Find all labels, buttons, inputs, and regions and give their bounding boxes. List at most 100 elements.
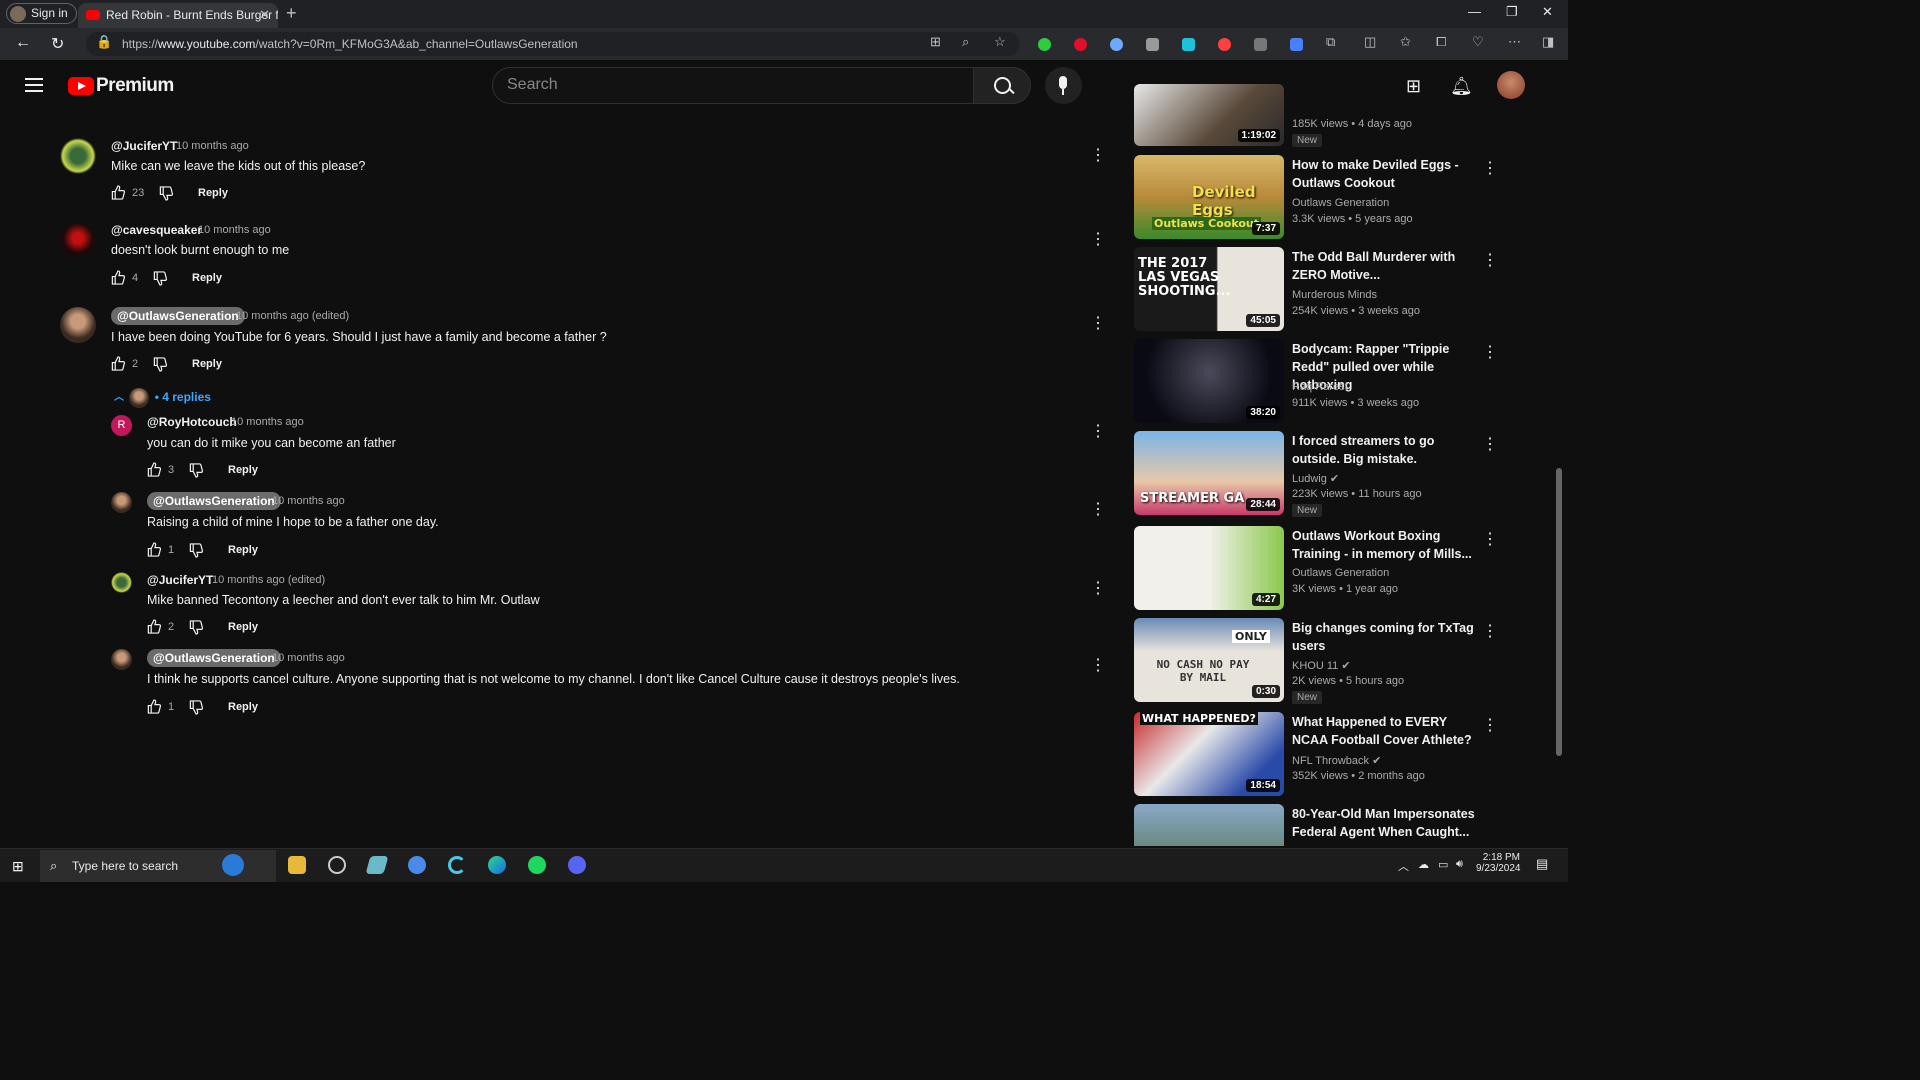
- collections-icon[interactable]: ⧠: [1436, 34, 1446, 50]
- edge-icon[interactable]: [488, 856, 506, 874]
- comment-time[interactable]: 10 months ago: [176, 140, 249, 152]
- split-screen-icon[interactable]: ◫: [1364, 34, 1376, 50]
- video-more-icon[interactable]: ⋮: [1482, 158, 1498, 178]
- dislike-icon[interactable]: [188, 543, 204, 558]
- reply-more-icon[interactable]: ⋮: [1090, 502, 1106, 518]
- dislike-icon[interactable]: [152, 357, 168, 372]
- dislike-icon[interactable]: [188, 620, 204, 635]
- like-icon[interactable]: [146, 619, 162, 634]
- video-title[interactable]: What Happened to EVERY NCAA Football Cov…: [1292, 713, 1478, 749]
- reply-more-icon[interactable]: ⋮: [1090, 424, 1106, 440]
- video-thumbnail[interactable]: WHAT HAPPENED? 18:54: [1134, 712, 1284, 796]
- recommended-video[interactable]: WHAT HAPPENED? 18:54 What Happened to EV…: [1134, 712, 1498, 796]
- notifications-bell-icon[interactable]: 🔔︎: [1450, 76, 1473, 97]
- extension-cyan-icon[interactable]: [1182, 38, 1195, 51]
- extensions-puzzle-icon[interactable]: ⧉: [1326, 34, 1335, 50]
- new-tab-icon[interactable]: +: [286, 3, 297, 24]
- like-icon[interactable]: [146, 699, 162, 714]
- app-install-icon[interactable]: ⊞: [930, 34, 941, 50]
- location-pin-icon[interactable]: [1218, 38, 1231, 51]
- reply-author-creator[interactable]: @OutlawsGeneration: [147, 649, 281, 667]
- reply-author[interactable]: @JuciferYT: [147, 573, 213, 587]
- reply-more-icon[interactable]: ⋮: [1090, 658, 1106, 674]
- recommended-video[interactable]: 80-Year-Old Man Impersonates Federal Age…: [1134, 804, 1484, 846]
- video-more-icon[interactable]: ⋮: [1482, 715, 1498, 735]
- search-input[interactable]: [507, 76, 947, 94]
- extension-gray-icon[interactable]: [1146, 38, 1159, 51]
- reply-avatar[interactable]: [111, 572, 132, 593]
- video-thumbnail[interactable]: ONLY NO CASH NO PAY BY MAIL 0:30: [1134, 618, 1284, 702]
- reply-author[interactable]: @RoyHotcouch: [147, 415, 237, 429]
- recommended-video[interactable]: STREAMER GA 28:44 I forced streamers to …: [1134, 431, 1498, 517]
- reply-time[interactable]: 10 months ago: [272, 652, 345, 664]
- reply-time[interactable]: 10 months ago (edited): [212, 574, 325, 586]
- onedrive-icon[interactable]: ☁: [1418, 858, 1429, 871]
- like-icon[interactable]: [110, 356, 126, 371]
- browser-essentials-icon[interactable]: ♡: [1472, 34, 1484, 50]
- recommended-video[interactable]: Deviled Eggs Outlaws Cookout 7:37 How to…: [1134, 155, 1498, 239]
- ccleaner-icon[interactable]: [448, 856, 466, 874]
- account-avatar[interactable]: [1497, 71, 1525, 99]
- create-video-icon[interactable]: ⊞: [1406, 76, 1421, 97]
- comment-time[interactable]: 10 months ago (edited): [236, 310, 349, 322]
- search-highlight-icon[interactable]: [222, 854, 244, 876]
- notification-center-icon[interactable]: ▤: [1536, 856, 1548, 872]
- comment-time[interactable]: 10 months ago: [198, 224, 271, 236]
- restore-icon[interactable]: ❐: [1506, 4, 1518, 20]
- shield-icon[interactable]: [1254, 38, 1267, 51]
- video-more-icon[interactable]: ⋮: [1482, 807, 1484, 827]
- browser-signin-button[interactable]: Sign in: [6, 3, 77, 24]
- reply-time[interactable]: 10 months ago: [231, 416, 304, 428]
- network-icon[interactable]: ▭: [1438, 858, 1448, 871]
- tray-expand-icon[interactable]: ︿: [1398, 858, 1409, 874]
- comment-author[interactable]: @cavesqueaker: [111, 223, 202, 237]
- video-title[interactable]: The Odd Ball Murderer with ZERO Motive..…: [1292, 248, 1478, 284]
- lock-icon[interactable]: 🔒: [96, 34, 112, 50]
- like-icon[interactable]: [110, 270, 126, 285]
- browser-tab-active[interactable]: Red Robin - Burnt Ends Burger fo ✕: [78, 3, 278, 28]
- reply-more-icon[interactable]: ⋮: [1090, 581, 1106, 597]
- video-title[interactable]: Big changes coming for TxTag users: [1292, 619, 1478, 655]
- volume-icon[interactable]: 🔊︎: [1456, 858, 1463, 871]
- video-title[interactable]: I forced streamers to go outside. Big mi…: [1292, 432, 1478, 468]
- extension-blue-icon[interactable]: [1110, 38, 1123, 51]
- audio-extension-icon[interactable]: [1290, 38, 1303, 51]
- reply-author-creator[interactable]: @OutlawsGeneration: [147, 492, 281, 510]
- video-thumbnail[interactable]: STREAMER GA 28:44: [1134, 431, 1284, 515]
- video-more-icon[interactable]: ⋮: [1482, 434, 1498, 454]
- address-bar[interactable]: https://www.youtube.com/watch?v=0Rm_KFMo…: [86, 32, 1020, 56]
- reply-button[interactable]: Reply: [228, 464, 258, 476]
- dislike-icon[interactable]: [158, 186, 174, 201]
- video-thumbnail[interactable]: 4:27: [1134, 526, 1284, 610]
- reply-avatar[interactable]: [111, 649, 132, 670]
- comment-more-icon[interactable]: ⋮: [1090, 232, 1106, 248]
- clock-app-icon[interactable]: [328, 856, 346, 874]
- video-thumbnail[interactable]: THE 2017 LAS VEGAS SHOOTING... 45:05: [1134, 247, 1284, 331]
- recommended-video[interactable]: 38:20 Bodycam: Rapper "Trippie Redd" pul…: [1134, 339, 1498, 423]
- reload-icon[interactable]: ↻: [51, 34, 64, 54]
- scrollbar-thumb[interactable]: [1556, 468, 1562, 756]
- video-more-icon[interactable]: ⋮: [1482, 529, 1498, 549]
- hide-replies-button[interactable]: ﹀ • 4 replies: [114, 388, 211, 408]
- video-channel[interactable]: NFL Throwback ✔: [1292, 754, 1381, 767]
- video-more-icon[interactable]: ⋮: [1482, 250, 1498, 270]
- comment-avatar[interactable]: [60, 222, 96, 258]
- reply-avatar[interactable]: R: [111, 415, 132, 436]
- video-thumbnail[interactable]: Deviled Eggs Outlaws Cookout 7:37: [1134, 155, 1284, 239]
- voice-search-icon[interactable]: [1045, 67, 1082, 104]
- video-thumbnail[interactable]: 38:20: [1134, 339, 1284, 423]
- dislike-icon[interactable]: [188, 463, 204, 478]
- reply-time[interactable]: 10 months ago: [272, 495, 345, 507]
- video-channel[interactable]: Outlaws Generation: [1292, 567, 1389, 579]
- comment-avatar[interactable]: [60, 307, 96, 343]
- zoom-icon[interactable]: ⌕: [962, 34, 969, 50]
- reply-button[interactable]: Reply: [192, 358, 222, 370]
- recommended-video[interactable]: ONLY NO CASH NO PAY BY MAIL 0:30 Big cha…: [1134, 618, 1498, 704]
- minimize-icon[interactable]: —: [1468, 4, 1481, 19]
- back-icon[interactable]: ←: [15, 34, 31, 52]
- comment-avatar[interactable]: [60, 138, 96, 174]
- video-thumbnail[interactable]: 1:19:02: [1134, 84, 1284, 146]
- reply-button[interactable]: Reply: [228, 621, 258, 633]
- reply-avatar[interactable]: [111, 492, 132, 513]
- youtube-premium-logo[interactable]: Premium: [96, 75, 174, 97]
